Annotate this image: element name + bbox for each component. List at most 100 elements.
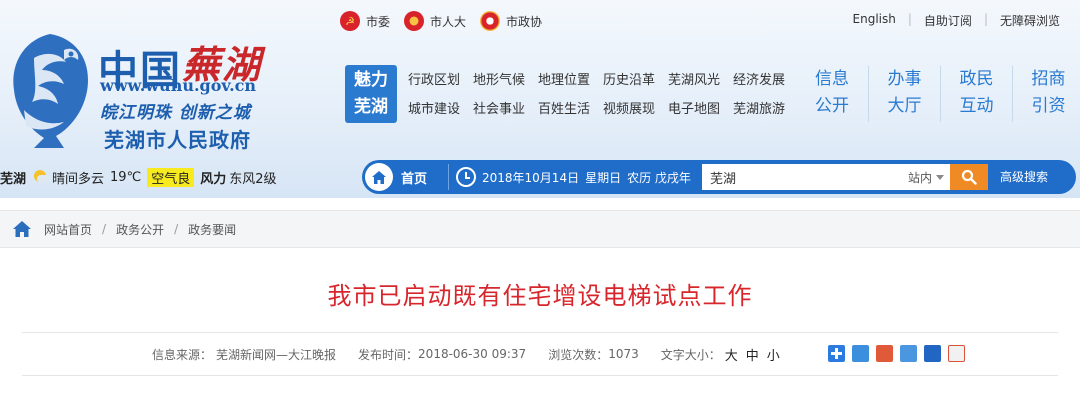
- weather-temperature: 19℃: [110, 169, 142, 185]
- home-icon: [365, 163, 393, 191]
- home-icon[interactable]: [12, 220, 32, 238]
- view-count: 1073: [608, 347, 639, 361]
- lunar-date: 农历 戊戌年: [627, 170, 691, 185]
- weather-condition: 晴间多云: [52, 171, 105, 187]
- cppcc-emblem-icon: [480, 11, 501, 31]
- party-emblem-icon: ☭: [340, 11, 360, 31]
- nav-label-line2: 大厅: [887, 96, 922, 116]
- wind-label: 风力: [200, 171, 227, 187]
- share-plus-icon[interactable]: [828, 345, 845, 362]
- article-meta: 信息来源： 芜湖新闻网—大江晚报 发布时间： 2018-06-30 09:37 …: [22, 332, 1058, 376]
- source-value: 芜湖新闻网—大江晚报: [216, 347, 337, 362]
- nav-label-line2: 公开: [815, 96, 849, 116]
- charm-line1: 魅力: [354, 70, 388, 90]
- phoenix-logo-icon[interactable]: [4, 30, 96, 150]
- weibo-icon[interactable]: [876, 345, 893, 362]
- logo-url: www.wuhu.gov.cn: [100, 76, 257, 95]
- weather-city: 芜湖: [0, 171, 27, 187]
- nav-label-line1: 信息: [815, 69, 849, 89]
- utility-links: English | 自助订阅 | 无障碍浏览: [853, 12, 1060, 29]
- home-button[interactable]: 首页: [362, 160, 442, 194]
- nav-investment[interactable]: 招商 引资: [1012, 66, 1080, 122]
- section-links: 信息 公开 办事 大厅 政民 互动 招商 引资: [796, 66, 1080, 122]
- nav-label-line2: 互动: [959, 96, 994, 116]
- submenu-item[interactable]: 行政区划: [408, 66, 472, 95]
- divider: [448, 164, 449, 190]
- nav-service-hall[interactable]: 办事 大厅: [868, 66, 940, 122]
- kaixin-icon[interactable]: [948, 345, 965, 362]
- top-link-label: 市人大: [430, 14, 467, 29]
- submenu-item[interactable]: 历史沿革: [603, 66, 667, 95]
- nav-info-disclosure[interactable]: 信息 公开: [796, 66, 868, 122]
- separator: |: [907, 12, 912, 26]
- top-link-cppcc[interactable]: 市政协: [480, 11, 542, 31]
- tencent-weibo-icon[interactable]: [900, 345, 917, 362]
- font-size-medium-button[interactable]: 中: [746, 345, 759, 364]
- top-link-party[interactable]: ☭ 市委: [340, 11, 390, 31]
- source-label: 信息来源：: [152, 347, 213, 362]
- npc-emblem-icon: [404, 11, 425, 31]
- site-header: 中国 蕪湖 www.wuhu.gov.cn 皖江明珠 创新之城 芜湖市人民政府 …: [0, 0, 1080, 198]
- logo-slogan: 皖江明珠 创新之城: [100, 103, 251, 123]
- submenu-item[interactable]: 城市建设: [408, 95, 472, 124]
- top-link-label: 市政协: [506, 14, 543, 29]
- top-link-npc[interactable]: 市人大: [404, 11, 466, 31]
- font-size-label: 文字大小：: [660, 347, 721, 362]
- breadcrumb-item[interactable]: 网站首页: [44, 221, 92, 238]
- clock-icon: [456, 167, 476, 187]
- accessible-browse-link[interactable]: 无障碍浏览: [1000, 12, 1060, 29]
- font-size-small-button[interactable]: 小: [767, 345, 780, 364]
- submenu-item[interactable]: 电子地图: [668, 95, 732, 124]
- search-bar: 首页 2018年10月14日 星期日 农历 戊戌年 站内 高级搜索: [362, 160, 1076, 194]
- nav-label-line1: 招商: [1031, 69, 1066, 89]
- meta-info: 信息来源： 芜湖新闻网—大江晚报 发布时间： 2018-06-30 09:37 …: [152, 333, 784, 375]
- english-link[interactable]: English: [853, 12, 896, 29]
- submenu-item[interactable]: 芜湖风光: [668, 66, 732, 95]
- charm-wuhu-button[interactable]: 魅力 芜湖: [345, 65, 397, 123]
- subscribe-link[interactable]: 自助订阅: [924, 12, 972, 29]
- article-title: 我市已启动既有住宅增设电梯试点工作: [327, 282, 753, 310]
- submenu-item[interactable]: 芜湖旅游: [733, 95, 797, 124]
- submenu-item[interactable]: 经济发展: [733, 66, 797, 95]
- submenu-item[interactable]: 百姓生活: [538, 95, 602, 124]
- advanced-search-link[interactable]: 高级搜索: [1000, 160, 1048, 194]
- search-icon: [961, 169, 977, 185]
- top-link-label: 市委: [366, 14, 391, 29]
- charm-submenu: 行政区划 地形气候 地理位置 历史沿革 芜湖风光 经济发展 城市建设 社会事业 …: [408, 66, 797, 124]
- breadcrumb: 网站首页 / 政务公开 / 政务要闻: [0, 210, 1080, 248]
- share-bar: [828, 345, 972, 362]
- publish-time: 2018-06-30 09:37: [418, 347, 527, 361]
- partly-cloudy-icon: [32, 170, 51, 184]
- nav-label-line1: 办事: [887, 69, 922, 89]
- scope-label: 站内: [908, 170, 933, 185]
- weekday: 星期日: [585, 170, 622, 185]
- qzone-icon[interactable]: [852, 345, 869, 362]
- breadcrumb-separator: /: [102, 222, 107, 236]
- current-date: 2018年10月14日: [482, 170, 580, 185]
- search-button[interactable]: [950, 164, 988, 190]
- breadcrumb-separator: /: [174, 222, 179, 236]
- chevron-down-icon: [936, 174, 945, 180]
- views-label: 浏览次数：: [548, 347, 609, 362]
- date-display: 2018年10月14日 星期日 农历 戊戌年: [456, 160, 691, 194]
- breadcrumb-item[interactable]: 政务要闻: [188, 221, 236, 238]
- renren-icon[interactable]: [924, 345, 941, 362]
- main-nav: 魅力 芜湖 行政区划 地形气候 地理位置 历史沿革 芜湖风光 经济发展 城市建设…: [336, 58, 1080, 130]
- submenu-item[interactable]: 视频展现: [603, 95, 667, 124]
- nav-public-interaction[interactable]: 政民 互动: [940, 66, 1012, 122]
- search-scope-select[interactable]: 站内: [908, 164, 954, 190]
- top-links: ☭ 市委 市人大 市政协: [340, 10, 556, 32]
- wind-value: 东风2级: [229, 171, 277, 187]
- submenu-item[interactable]: 地理位置: [538, 66, 602, 95]
- search-input[interactable]: [702, 164, 908, 190]
- weather-widget: 芜湖 晴间多云 19℃ 空气良 风力 东风2级: [0, 166, 277, 188]
- submenu-item[interactable]: 地形气候: [473, 66, 537, 95]
- breadcrumb-item[interactable]: 政务公开: [116, 221, 164, 238]
- font-size-large-button[interactable]: 大: [725, 345, 738, 364]
- submenu-item[interactable]: 社会事业: [473, 95, 537, 124]
- nav-label-line1: 政民: [959, 69, 994, 89]
- logo-government-name: 芜湖市人民政府: [104, 128, 251, 152]
- home-label: 首页: [401, 171, 428, 187]
- time-label: 发布时间：: [358, 347, 419, 362]
- nav-label-line2: 引资: [1031, 96, 1066, 116]
